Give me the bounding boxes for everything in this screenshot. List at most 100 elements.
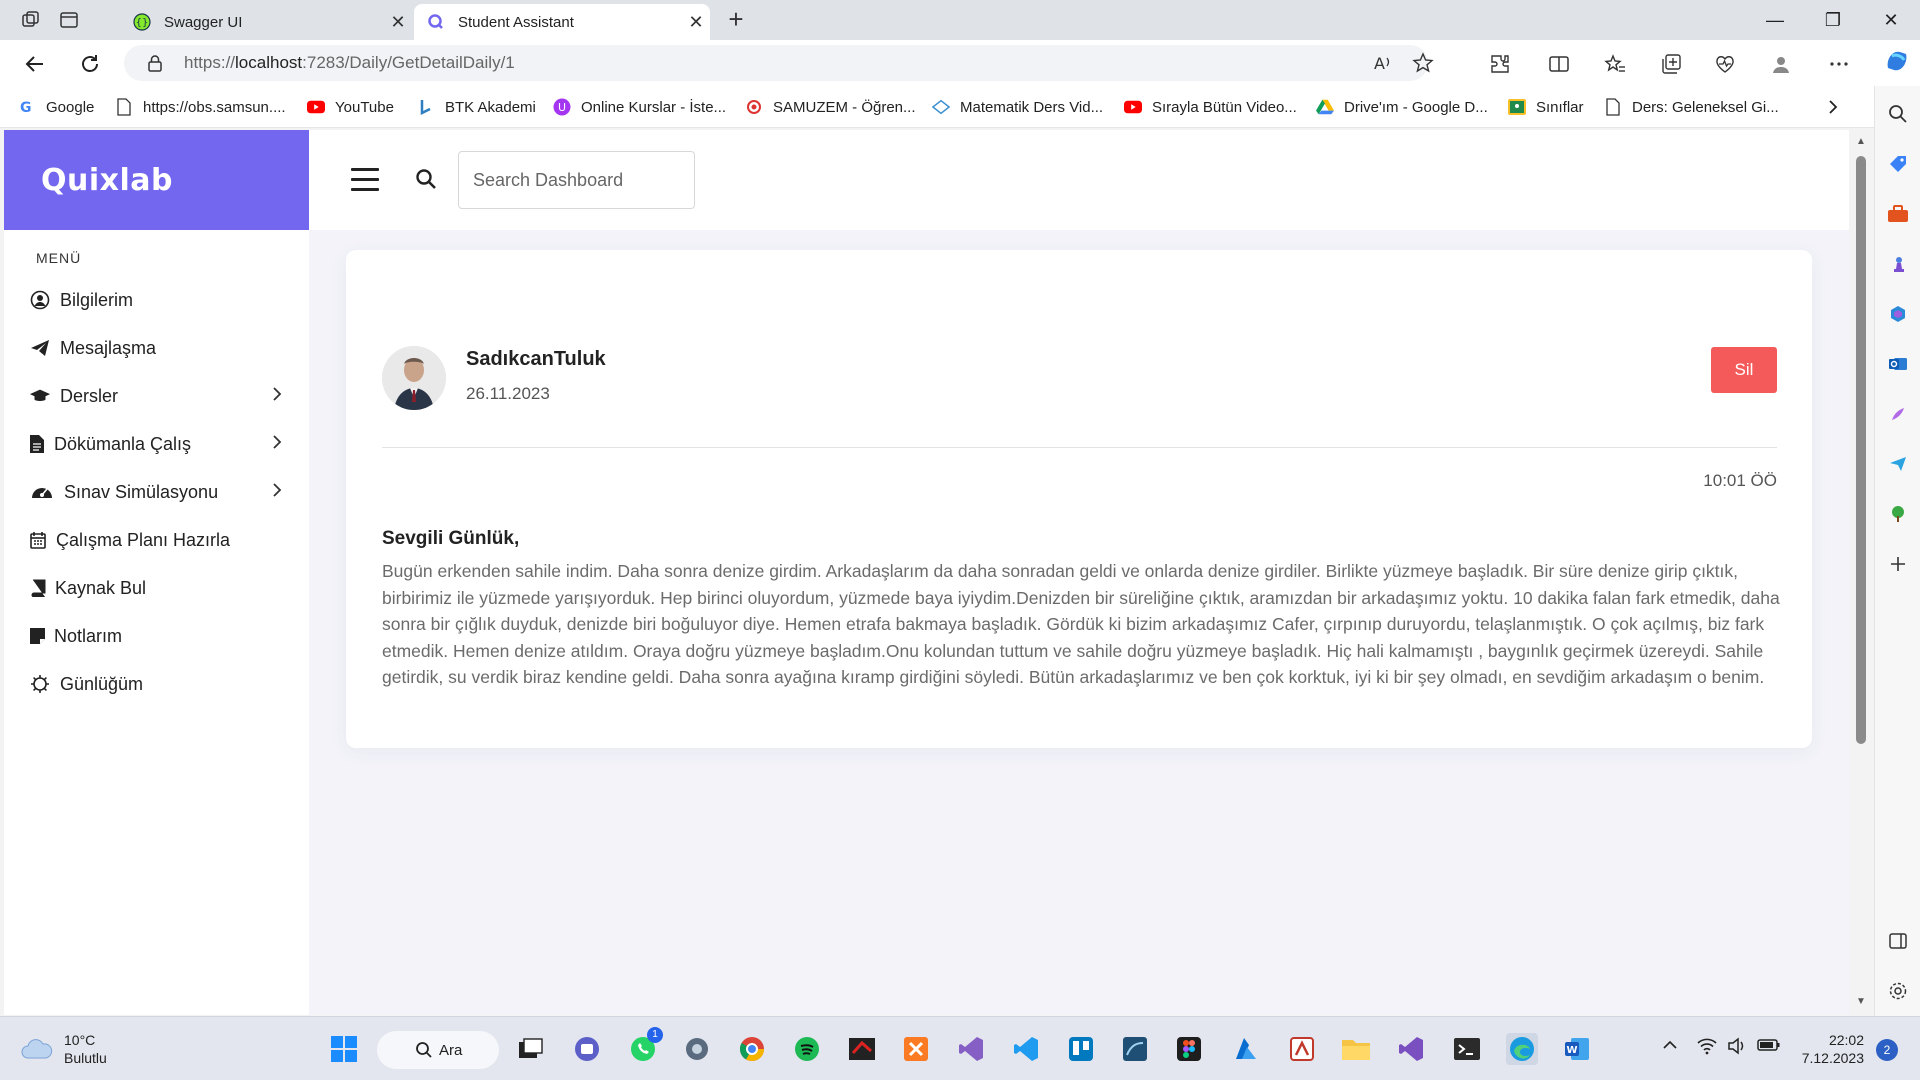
favorite-star-icon[interactable] [1412,45,1434,81]
outlook-icon[interactable] [1886,352,1910,376]
profile-icon[interactable] [1768,51,1794,77]
settings-gear-icon[interactable] [1886,979,1910,1003]
new-tab-button[interactable]: + [722,6,750,34]
tab-swagger[interactable]: {} Swagger UI ✕ [120,4,412,40]
sidebar-item-bilgilerim[interactable]: Bilgilerim [29,285,299,315]
visual-studio-icon[interactable] [955,1033,987,1065]
sidebar-item-gunlugum[interactable]: Günlüğüm [29,669,299,699]
telegram-send-icon[interactable] [1886,452,1910,476]
sidebar-item-dersler[interactable]: Dersler [29,381,299,411]
settings-icon[interactable] [681,1033,713,1065]
bookmark-obs[interactable]: https://obs.samsun.... [115,96,286,118]
vscode-icon[interactable] [1010,1033,1042,1065]
battery-icon[interactable] [1757,1037,1781,1057]
designer-icon[interactable] [1886,402,1910,426]
bookmark-matematik[interactable]: Matematik Ders Vid... [932,96,1103,118]
azure-icon[interactable] [1230,1033,1262,1065]
close-tab-icon[interactable]: ✕ [682,12,710,33]
sidebar-item-sinav-simulasyonu[interactable]: Sınav Simülasyonu [29,477,299,507]
volume-icon[interactable] [1727,1037,1747,1059]
scroll-down-icon[interactable]: ▼ [1856,996,1868,1007]
performance-heart-icon[interactable] [1712,51,1738,77]
sidebar-item-kaynak-bul[interactable]: Kaynak Bul [29,573,299,603]
extensions-icon[interactable] [1487,51,1513,77]
word-icon[interactable]: W [1561,1033,1593,1065]
delete-button[interactable]: Sil [1711,347,1777,393]
bookmark-udemy[interactable]: U Online Kurslar - İste... [553,96,726,118]
kali-icon[interactable] [846,1033,878,1065]
bookmark-google[interactable]: G Google [18,96,94,118]
figma-icon[interactable] [1173,1033,1205,1065]
database-tool-icon[interactable] [1286,1033,1318,1065]
page-viewport: Quixlab MENÜ Bilgilerim Mesajlaşma Dersl… [4,130,1849,1015]
bookmarks-overflow-chevron-icon[interactable] [1826,96,1840,118]
taskbar-search[interactable]: Ara [377,1031,499,1069]
samuzem-icon [745,98,763,116]
wifi-icon[interactable] [1697,1037,1717,1059]
visual-studio-2-icon[interactable] [1395,1033,1427,1065]
back-icon[interactable] [20,49,50,79]
url-field[interactable]: https://localhost:7283/Daily/GetDetailDa… [124,45,1434,81]
mysql-workbench-icon[interactable] [1119,1033,1151,1065]
start-windows-icon[interactable] [328,1033,360,1065]
split-screen-icon[interactable] [1546,51,1572,77]
sidebar-item-label: Mesajlaşma [60,337,157,358]
terminal-icon[interactable] [1451,1033,1483,1065]
file-explorer-icon[interactable] [1340,1033,1372,1065]
taskbar-clock[interactable]: 22:02 7.12.2023 [1800,1031,1864,1067]
edge-icon[interactable] [1506,1033,1538,1065]
weather-widget[interactable]: 10°C Bulutlu [20,1031,107,1067]
workspaces-icon[interactable] [20,9,42,31]
search-dashboard-input[interactable] [458,151,695,209]
bookmark-samuzem[interactable]: SAMUZEM - Öğren... [745,96,916,118]
bookmark-siniflar[interactable]: Sınıflar [1508,96,1584,118]
bookmark-ders[interactable]: Ders: Geleneksel Gi... [1604,96,1779,118]
minimize-button[interactable]: — [1752,6,1798,34]
sidebar-toggle-icon[interactable] [1886,929,1910,953]
bookmark-btk[interactable]: BTK Akademi [417,96,536,118]
favorites-icon[interactable] [1602,51,1628,77]
tree-icon[interactable] [1886,502,1910,526]
scroll-up-icon[interactable]: ▲ [1856,136,1868,147]
task-view-icon[interactable] [515,1033,547,1065]
sidebar-item-notlarim[interactable]: Notlarım [29,621,299,651]
chevron-right-icon [271,385,283,408]
copilot-icon[interactable] [1882,46,1912,76]
sidebar-item-mesajlasma[interactable]: Mesajlaşma [29,333,299,363]
read-aloud-icon[interactable]: A [1372,45,1394,81]
notification-badge[interactable]: 2 [1876,1039,1898,1061]
close-window-button[interactable]: ✕ [1868,6,1914,34]
page-scrollbar[interactable]: ▲ ▼ [1850,130,1874,1015]
hamburger-menu-icon[interactable] [351,168,379,191]
brand-logo[interactable]: Quixlab [4,130,309,230]
add-icon[interactable] [1886,552,1910,576]
tools-briefcase-icon[interactable] [1886,202,1910,226]
search-icon[interactable] [415,168,439,192]
bookmark-siralaa[interactable]: Sırayla Bütün Video... [1124,96,1297,118]
microsoft-365-icon[interactable] [1886,302,1910,326]
trello-icon[interactable] [1065,1033,1097,1065]
tray-overflow-chevron-icon[interactable] [1662,1037,1678,1057]
chrome-icon[interactable] [736,1033,768,1065]
teams-chat-icon[interactable] [571,1033,603,1065]
sidebar-item-dokumanla-calis[interactable]: Dökümanla Çalış [29,429,299,459]
paper-plane-icon [29,337,51,359]
shopping-tag-icon[interactable] [1886,152,1910,176]
tab-student-assistant[interactable]: Student Assistant ✕ [414,4,710,40]
search-icon[interactable] [1886,102,1910,126]
more-options-icon[interactable] [1826,51,1852,77]
games-chess-icon[interactable] [1886,252,1910,276]
bookmark-drive[interactable]: Drive'ım - Google D... [1316,96,1488,118]
scrollbar-thumb[interactable] [1856,156,1866,744]
restore-button[interactable]: ❐ [1810,6,1856,34]
close-tab-icon[interactable]: ✕ [384,12,412,33]
tab-actions-icon[interactable] [58,9,80,31]
whatsapp-icon[interactable]: 1 [627,1027,663,1065]
collections-icon[interactable] [1658,51,1684,77]
xampp-icon[interactable] [900,1033,932,1065]
sidebar-item-calisma-plani[interactable]: Çalışma Planı Hazırla [29,525,299,555]
bookmark-youtube[interactable]: YouTube [307,96,394,118]
lock-icon[interactable] [146,54,164,72]
spotify-icon[interactable] [791,1033,823,1065]
refresh-icon[interactable] [75,49,105,79]
